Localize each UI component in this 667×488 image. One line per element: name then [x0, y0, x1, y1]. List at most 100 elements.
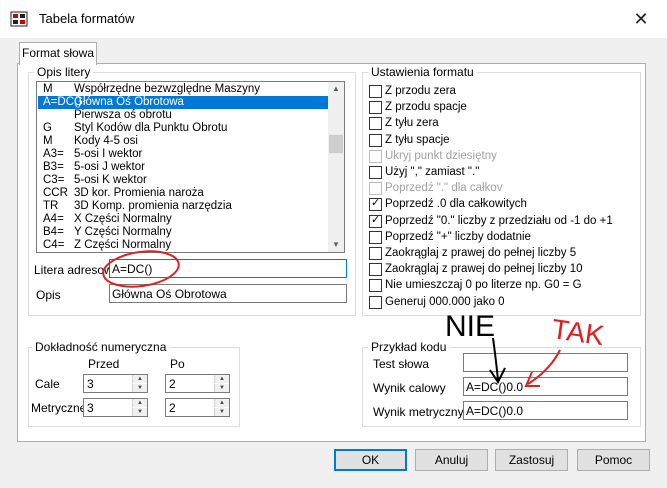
checkbox-box[interactable] — [369, 230, 382, 244]
scroll-down-arrow-icon[interactable]: ▼ — [328, 238, 344, 252]
tab-format-slowa[interactable]: Format słowa — [19, 42, 97, 65]
checkbox-label: Poprzedź "." dla całkov — [385, 182, 503, 195]
list-item[interactable]: C3= 5-osi K wektor — [38, 174, 328, 187]
checkmark-icon: ✓ — [371, 213, 381, 226]
letter-list[interactable]: M Współrzędne bezwzględne Maszyny A=DC() Gł… — [36, 81, 345, 253]
format-option-checkbox: Ukryj punkt dziesiętny — [369, 148, 629, 164]
format-option-checkbox[interactable]: Zaokrąglaj z prawej do pełnej liczby 5 — [369, 245, 629, 261]
address-letter-field[interactable]: A=DC() — [109, 259, 347, 278]
inch-after-stepper[interactable]: 2 ▲ ▼ — [165, 374, 230, 393]
stepper-up-icon[interactable]: ▲ — [132, 399, 147, 407]
metric-result-field: A=DC()0.0 — [463, 401, 628, 420]
checkbox-label: Z przodu zera — [385, 85, 456, 97]
metric-before-value: 3 — [87, 401, 94, 415]
checkbox-box[interactable]: ✓ — [369, 213, 382, 228]
list-item[interactable]: A3= 5-osi I wektor — [38, 148, 328, 161]
stepper-down-icon[interactable]: ▼ — [214, 408, 229, 416]
scroll-up-arrow-icon[interactable]: ▲ — [328, 82, 344, 96]
list-item-code: M — [43, 83, 53, 95]
list-item[interactable]: TR 3D Komp. promienia narzędzia — [38, 200, 328, 213]
list-item[interactable]: M Współrzędne bezwzględne Maszyny — [38, 83, 328, 96]
checkbox-box — [369, 149, 382, 163]
checkbox-box[interactable] — [369, 247, 382, 260]
cancel-button[interactable]: Anuluj — [415, 449, 488, 471]
format-option-checkbox: Poprzedź "." dla całkov — [369, 180, 629, 196]
list-item-description: 5-osi J wektor — [74, 161, 145, 173]
format-option-checkbox[interactable]: ✓ Poprzedź .0 dla całkowitych — [369, 196, 629, 212]
checkbox-label: Ukryj punkt dziesiętny — [385, 149, 497, 162]
inch-label: Cale — [35, 377, 60, 391]
format-option-checkbox[interactable]: Poprzedź "+" liczby dodatnie — [369, 229, 629, 245]
test-word-label: Test słowa — [373, 357, 430, 371]
checkbox-box[interactable] — [369, 133, 382, 147]
list-item-description: Kody 4-5 osi — [74, 135, 138, 147]
list-item-description: 5-osi I wektor — [74, 148, 143, 160]
format-option-checkbox[interactable]: Użyj "," zamiast "." — [369, 164, 629, 180]
inch-result-field: A=DC()0.0 — [463, 377, 628, 396]
checkbox-box[interactable] — [369, 101, 382, 115]
list-item[interactable]: G Styl Kodów dla Punktu Obrotu — [38, 122, 328, 135]
list-item[interactable]: A=DC() Główna Oś Obrotowa — [38, 96, 328, 109]
checkmark-icon: ✓ — [371, 197, 381, 210]
letter-list-scrollbar[interactable]: ▲ ▼ — [328, 82, 344, 252]
checkbox-box[interactable] — [369, 85, 382, 98]
stepper-down-icon[interactable]: ▼ — [132, 408, 147, 416]
stepper-up-icon[interactable]: ▲ — [214, 399, 229, 407]
list-item[interactable]: B3= 5-osi J wektor — [38, 161, 328, 174]
format-option-checkbox[interactable]: Z przodu spacje — [369, 99, 629, 115]
checkbox-box[interactable] — [369, 295, 382, 309]
list-item-description: Pierwsza oś obrotu — [74, 109, 172, 121]
list-item-description: 3D kor. Promienia naroża — [74, 187, 204, 199]
checkbox-box[interactable] — [369, 279, 382, 293]
list-item[interactable]: A4= X Części Normalny — [38, 213, 328, 226]
description-field[interactable]: Główna Oś Obrotowa — [109, 284, 347, 303]
after-header: Po — [170, 357, 185, 371]
checkbox-label: Zaokrąglaj z prawej do pełnej liczby 5 — [385, 247, 577, 259]
app-icon — [10, 11, 28, 27]
list-item-code: B4= — [43, 226, 64, 238]
list-item[interactable]: CCR 3D kor. Promienia naroża — [38, 187, 328, 200]
checkbox-box[interactable] — [369, 117, 382, 131]
checkbox-box[interactable] — [369, 166, 382, 179]
test-word-field[interactable] — [463, 353, 628, 372]
format-option-checkbox[interactable]: ✓ Poprzedź "0." liczby z przedziału od -1… — [369, 213, 629, 229]
format-option-checkbox[interactable]: Z tyłu zera — [369, 115, 629, 131]
window-title: Tabela formatów — [39, 11, 135, 26]
format-option-checkbox[interactable]: Z przodu zera — [369, 83, 629, 99]
close-icon[interactable]: ✕ — [630, 8, 652, 30]
scroll-thumb[interactable] — [329, 135, 343, 153]
before-header: Przed — [88, 357, 120, 371]
list-item[interactable]: C4= Z Części Normalny — [38, 239, 328, 252]
list-item-description: Z Części Normalny — [74, 239, 172, 251]
checkbox-box[interactable] — [369, 263, 382, 277]
list-item-description: Styl Kodów dla Punktu Obrotu — [74, 122, 228, 134]
stepper-up-icon[interactable]: ▲ — [132, 375, 147, 383]
format-option-checkbox[interactable]: Nie umieszczaj 0 po literze np. G0 = G — [369, 277, 629, 293]
metric-after-stepper[interactable]: 2 ▲ ▼ — [165, 398, 230, 417]
checkbox-box[interactable]: ✓ — [369, 197, 382, 212]
list-item[interactable]: Pierwsza oś obrotu — [38, 109, 328, 122]
stepper-up-icon[interactable]: ▲ — [214, 375, 229, 383]
list-item[interactable]: M Kody 4-5 osi — [38, 135, 328, 148]
checkbox-label: Z tyłu zera — [385, 117, 439, 130]
format-settings-group-label: Ustawienia formatu — [368, 65, 477, 79]
list-item[interactable]: B4= Y Części Normalny — [38, 226, 328, 239]
metric-before-stepper[interactable]: 3 ▲ ▼ — [83, 398, 148, 417]
help-button[interactable]: Pomoc — [577, 449, 650, 471]
checkbox-label: Z przodu spacje — [385, 101, 467, 114]
list-item-description: Współrzędne bezwzględne Maszyny — [74, 83, 261, 95]
apply-button[interactable]: Zastosuj — [495, 449, 568, 471]
stepper-down-icon[interactable]: ▼ — [132, 384, 147, 392]
metric-result-label: Wynik metryczny — [373, 405, 464, 419]
checkbox-label: Poprzedź "0." liczby z przedziału od -1 … — [385, 214, 613, 227]
stepper-down-icon[interactable]: ▼ — [214, 384, 229, 392]
checkbox-label: Z tyłu spacje — [385, 133, 450, 146]
inch-before-stepper[interactable]: 3 ▲ ▼ — [83, 374, 148, 393]
ok-button[interactable]: OK — [334, 449, 407, 471]
list-item-code: C3= — [43, 174, 65, 186]
checkbox-label: Poprzedź .0 dla całkowitych — [385, 198, 527, 211]
format-option-checkbox[interactable]: Zaokrąglaj z prawej do pełnej liczby 10 — [369, 261, 629, 277]
code-example-group-label: Przykład kodu — [368, 340, 450, 354]
format-option-checkbox[interactable]: Z tyłu spacje — [369, 132, 629, 148]
format-option-checkbox[interactable]: Generuj 000.000 jako 0 — [369, 294, 629, 310]
